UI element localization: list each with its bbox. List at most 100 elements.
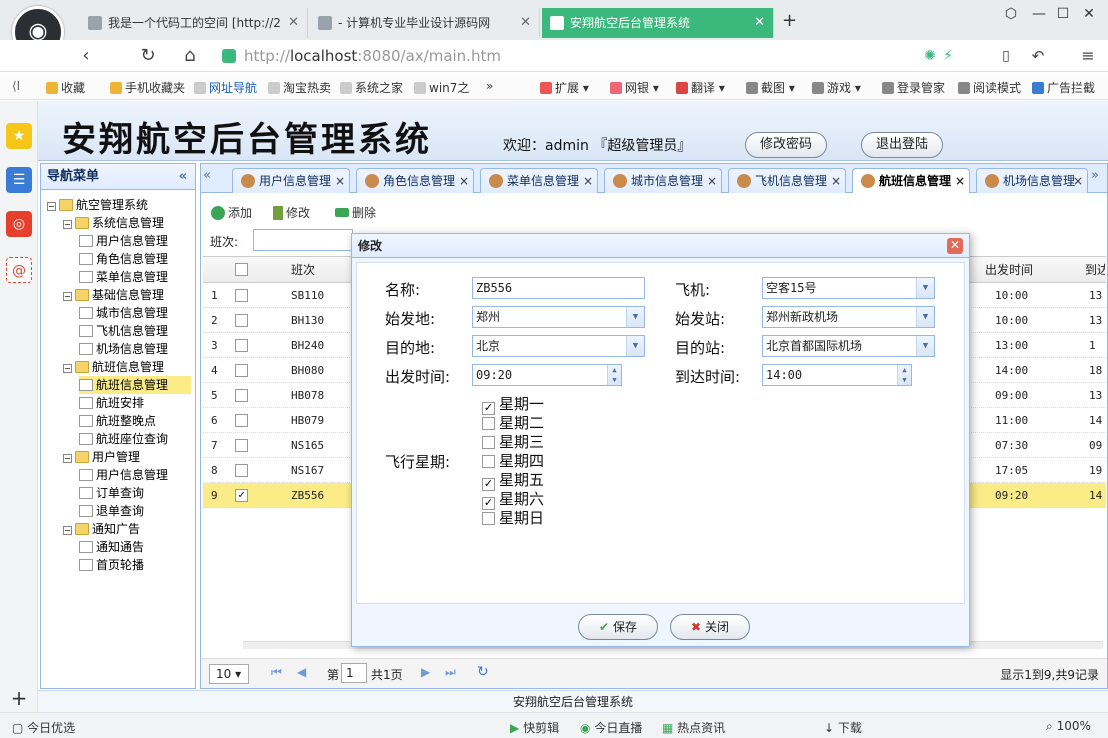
list-icon[interactable]: ☰ — [6, 167, 32, 193]
favorites-icon[interactable]: ★ — [6, 123, 32, 149]
dialog-close-icon[interactable]: ✕ — [947, 238, 963, 254]
row-checkbox[interactable] — [235, 439, 248, 452]
status-item[interactable]: ▶ 快剪辑 — [510, 719, 559, 736]
browser-tab-3[interactable]: 安翔航空后台管理系统 ✕ — [542, 8, 774, 38]
chevron-down-icon[interactable]: ▼ — [916, 307, 934, 327]
chevron-down-icon[interactable]: ▼ — [626, 336, 644, 356]
weekday-option[interactable]: 星期三 — [482, 431, 544, 452]
to-station-select[interactable]: 北京首都国际机场 ▼ — [762, 335, 935, 357]
row-checkbox[interactable] — [235, 364, 248, 377]
ext-item[interactable]: 广告拦截 — [1032, 79, 1095, 96]
name-input[interactable]: ZB556 — [472, 277, 645, 299]
close-icon[interactable]: ✕ — [520, 8, 531, 38]
row-checkbox[interactable] — [235, 389, 248, 402]
weekday-option[interactable]: 星期二 — [482, 412, 544, 433]
from-city-select[interactable]: 郑州 ▼ — [472, 306, 645, 328]
close-icon[interactable]: × — [335, 169, 345, 193]
nav-tree-item[interactable]: − 通知广告 — [63, 520, 191, 538]
close-button[interactable]: ✖ 关闭 — [670, 614, 750, 640]
add-button[interactable]: 添加 — [211, 204, 252, 221]
nav-tree-item[interactable]: 航班整晚点 — [79, 412, 191, 430]
nav-tree-item[interactable]: 订单查询 — [79, 484, 191, 502]
close-icon[interactable]: × — [1073, 169, 1083, 193]
url-input[interactable]: http://localhost:8080/ax/main.htm — [218, 44, 918, 68]
expand-icon[interactable]: − — [63, 364, 72, 373]
nav-tree-item[interactable]: − 基础信息管理 — [63, 286, 191, 304]
home-icon[interactable]: ⌂ — [178, 44, 202, 68]
chevron-down-icon[interactable]: ▼ — [916, 278, 934, 298]
ext-item[interactable]: 扩展 ▾ — [540, 79, 589, 96]
status-item[interactable]: ▦ 热点资讯 — [662, 719, 725, 736]
flight-search-input[interactable] — [253, 229, 353, 251]
undo-icon[interactable]: ↶ — [1026, 44, 1050, 68]
browser-tab-1[interactable]: 我是一个代码工的空间 [http://2 ✕ — [80, 8, 308, 38]
delete-button[interactable]: 删除 — [335, 204, 376, 221]
tab-1[interactable]: 用户信息管理 × — [232, 168, 350, 193]
nav-tree-item[interactable]: 航班安排 — [79, 394, 191, 412]
bookmark-item[interactable]: 网址导航 — [194, 79, 257, 96]
nav-tree-item[interactable]: 用户信息管理 — [79, 232, 191, 250]
close-icon[interactable]: × — [583, 169, 593, 193]
row-checkbox[interactable] — [235, 339, 248, 352]
status-item[interactable]: ↓ 下载 — [824, 719, 862, 736]
tab-4[interactable]: 城市信息管理 × — [604, 168, 722, 193]
nav-tree-item[interactable]: 城市信息管理 — [79, 304, 191, 322]
expand-icon[interactable]: − — [63, 292, 72, 301]
bookmark-item[interactable]: win7之 — [414, 79, 469, 96]
ext-item[interactable]: 翻译 ▾ — [676, 79, 725, 96]
chevron-down-icon[interactable]: ▼ — [626, 307, 644, 327]
close-icon[interactable]: × — [459, 169, 469, 193]
close-icon[interactable]: × — [955, 169, 965, 193]
nav-tree-item[interactable]: − 航空管理系统 — [47, 196, 191, 214]
expand-icon[interactable]: − — [63, 220, 72, 229]
expand-icon[interactable]: − — [47, 202, 56, 211]
ext-item[interactable]: 网银 ▾ — [610, 79, 659, 96]
minimize-icon[interactable]: — — [1028, 6, 1050, 26]
change-password-button[interactable]: 修改密码 — [745, 132, 827, 158]
refresh-icon[interactable]: ↻ — [136, 44, 160, 68]
scroll-left-icon[interactable]: « — [203, 168, 211, 183]
nav-tree-item[interactable]: − 用户管理 — [63, 448, 191, 466]
browser-tab-2[interactable]: - 计算机专业毕业设计源码网 ✕ — [310, 8, 540, 38]
maximize-icon[interactable]: ☐ — [1052, 6, 1074, 26]
nav-tree-item[interactable]: 用户信息管理 — [79, 466, 191, 484]
status-item[interactable]: ◉ 今日直播 — [580, 719, 642, 736]
weekday-option[interactable]: 星期日 — [482, 507, 544, 528]
tab-2[interactable]: 角色信息管理 × — [356, 168, 474, 193]
close-icon[interactable]: × — [831, 169, 841, 193]
weekday-checkbox[interactable] — [482, 436, 495, 449]
edit-button[interactable]: 修改 — [273, 204, 310, 221]
select-all-checkbox[interactable] — [235, 263, 248, 276]
sidebar-toggle-icon[interactable]: ⟨I — [12, 79, 20, 93]
chevron-down-icon[interactable]: ▼ — [916, 336, 934, 356]
nav-tree-item[interactable]: − 航班信息管理 — [63, 358, 191, 376]
new-tab-button[interactable]: + — [782, 10, 797, 31]
nav-tree-item[interactable]: − 系统信息管理 — [63, 214, 191, 232]
nav-tree-item[interactable]: 退单查询 — [79, 502, 191, 520]
page-size-select[interactable]: 10 ▾ — [209, 664, 249, 684]
row-checkbox[interactable] — [235, 464, 248, 477]
back-icon[interactable]: ‹ — [74, 44, 98, 68]
weekday-option[interactable]: 星期四 — [482, 450, 544, 471]
nav-tree-item[interactable]: 飞机信息管理 — [79, 322, 191, 340]
menu-icon[interactable]: ≡ — [1076, 44, 1100, 68]
reload-icon[interactable]: ↻ — [477, 664, 489, 680]
arrive-time-spinner[interactable]: 14:00 ▲ ▼ — [762, 364, 912, 386]
logout-button[interactable]: 退出登陆 — [861, 132, 943, 158]
row-checkbox[interactable] — [235, 414, 248, 427]
status-item[interactable]: ▢ 今日优选 — [12, 719, 75, 736]
row-checkbox[interactable] — [235, 314, 248, 327]
weekday-checkbox[interactable] — [482, 417, 495, 430]
nav-tree-item[interactable]: 通知通告 — [79, 538, 191, 556]
spinner-arrows-icon[interactable]: ▲ ▼ — [897, 365, 911, 385]
bookmark-item[interactable]: 手机收藏夹 — [110, 79, 185, 96]
zoom-level[interactable]: ⌕ 100% — [1046, 719, 1091, 734]
save-button[interactable]: ✔ 保存 — [578, 614, 658, 640]
expand-icon[interactable]: − — [63, 526, 72, 535]
close-icon[interactable]: × — [707, 169, 717, 193]
ext-item[interactable]: 登录管家 — [882, 79, 945, 96]
from-station-select[interactable]: 郑州新政机场 ▼ — [762, 306, 935, 328]
page-number-input[interactable]: 1 — [341, 663, 367, 683]
lightning-icon[interactable]: ⚡ — [936, 44, 960, 68]
first-page-icon[interactable]: ⏮ — [271, 665, 282, 680]
